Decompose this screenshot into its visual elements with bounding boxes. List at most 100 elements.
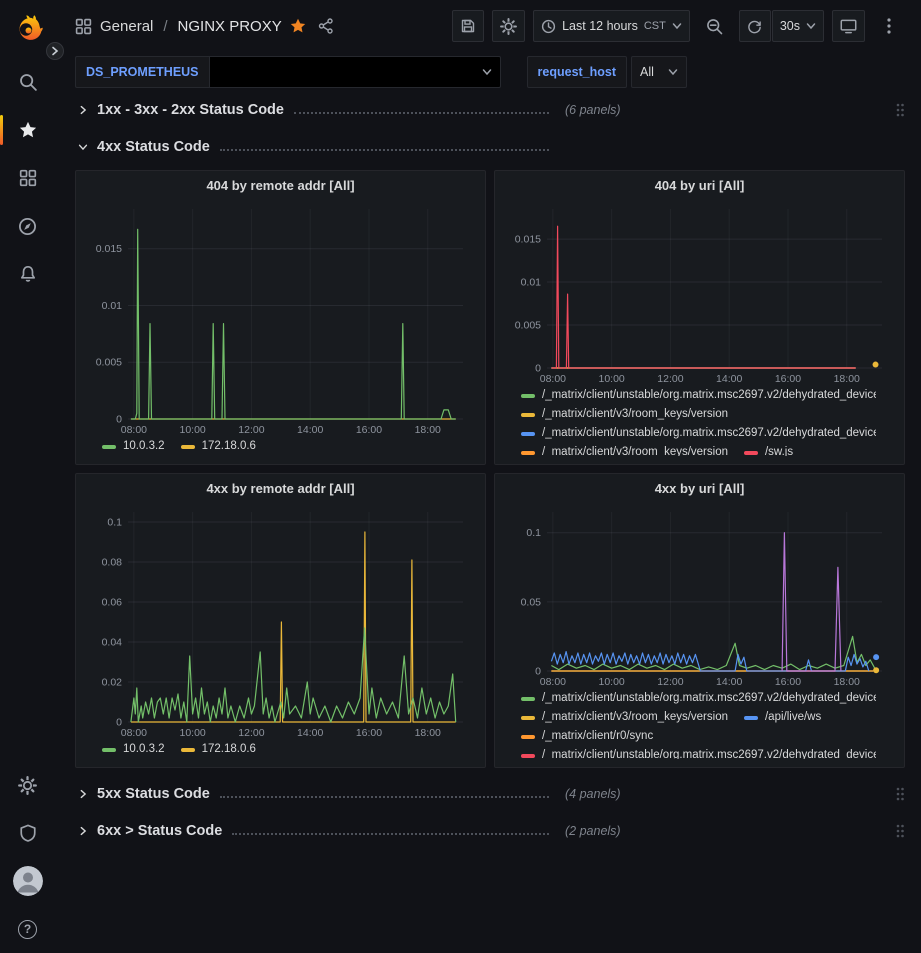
panel-title[interactable]: 404 by remote addr [All] <box>88 171 473 201</box>
sidebar-item-alerting[interactable] <box>0 250 55 298</box>
refresh-button[interactable] <box>739 10 771 42</box>
svg-text:0.02: 0.02 <box>102 677 123 689</box>
sidebar-expand-button[interactable] <box>46 42 64 60</box>
variable-ds-value-dropdown[interactable] <box>209 56 501 88</box>
panel-title[interactable]: 404 by uri [All] <box>507 171 892 201</box>
row-drag-handle[interactable] <box>895 823 905 839</box>
row-drag-handle[interactable] <box>895 102 905 118</box>
variable-ds-label[interactable]: DS_PROMETHEUS <box>75 56 209 88</box>
svg-text:0.08: 0.08 <box>102 557 123 569</box>
row-5xx[interactable]: 5xx Status Code (4 panels) <box>75 780 905 807</box>
dotted-leader <box>294 112 549 114</box>
breadcrumb-section[interactable]: General <box>100 18 153 35</box>
refresh-interval-label: 30s <box>780 19 800 33</box>
chevron-down-icon <box>672 22 682 30</box>
legend-item[interactable]: /_matrix/client/v3/room_keys/version <box>521 443 728 456</box>
row-4xx[interactable]: 4xx Status Code <box>75 133 905 160</box>
chart-area: 00.0050.010.01508:0010:0012:0014:0016:00… <box>507 201 892 386</box>
sidebar-item-dashboards[interactable] <box>0 154 55 202</box>
panel-title[interactable]: 4xx by remote addr [All] <box>88 474 473 504</box>
panel-title[interactable]: 4xx by uri [All] <box>507 474 892 504</box>
row-panel-count: (2 panels) <box>565 824 621 838</box>
grafana-logo[interactable] <box>11 10 45 44</box>
svg-text:18:00: 18:00 <box>834 373 860 385</box>
user-avatar <box>13 866 43 896</box>
chart-area: 00.0050.010.01508:0010:0012:0014:0016:00… <box>88 201 473 437</box>
legend-item[interactable]: 172.18.0.6 <box>181 437 256 456</box>
compass-icon <box>18 217 37 236</box>
variable-request-host-label[interactable]: request_host <box>527 56 628 88</box>
legend-label: 172.18.0.6 <box>202 437 256 456</box>
dotted-leader <box>220 796 549 798</box>
svg-text:08:00: 08:00 <box>121 727 147 739</box>
legend-item[interactable]: /_matrix/client/r0/sync <box>521 727 653 746</box>
legend-item[interactable]: /api/live/ws <box>744 708 821 727</box>
legend-swatch <box>521 451 535 455</box>
legend-swatch <box>521 697 535 701</box>
timeseries-chart[interactable]: 00.050.108:0010:0012:0014:0016:0018:00 <box>507 504 892 689</box>
tv-mode-button[interactable] <box>832 10 865 42</box>
row-title: 6xx > Status Code <box>97 823 222 839</box>
row-1xx-3xx-2xx[interactable]: 1xx - 3xx - 2xx Status Code (6 panels) <box>75 96 905 123</box>
legend-item[interactable]: 10.0.3.2 <box>102 740 165 759</box>
svg-text:0.01: 0.01 <box>102 300 123 312</box>
timeseries-chart[interactable]: 00.0050.010.01508:0010:0012:0014:0016:00… <box>507 201 892 386</box>
time-range-picker[interactable]: Last 12 hours CST <box>533 10 690 42</box>
legend-swatch <box>181 445 195 449</box>
chevron-right-icon <box>75 786 91 802</box>
row-6xx[interactable]: 6xx > Status Code (2 panels) <box>75 817 905 844</box>
panel-legend: 10.0.3.2 172.18.0.6 <box>88 437 473 456</box>
shield-icon <box>19 824 37 842</box>
kebab-menu-button[interactable] <box>873 10 905 42</box>
variable-request-host: request_host All <box>527 56 688 88</box>
legend-item[interactable]: 172.18.0.6 <box>181 740 256 759</box>
favorite-star-icon[interactable] <box>290 18 306 34</box>
zoom-out-time-button[interactable] <box>698 10 731 42</box>
svg-text:14:00: 14:00 <box>716 373 742 385</box>
row-title: 4xx Status Code <box>97 139 210 155</box>
sidebar-item-starred[interactable] <box>0 106 55 154</box>
row-drag-handle[interactable] <box>895 786 905 802</box>
breadcrumb: General / NGINX PROXY <box>75 18 334 35</box>
variable-request-host-value: All <box>640 65 654 79</box>
sidebar-item-search[interactable] <box>0 58 55 106</box>
legend-label: /_matrix/client/v3/room_keys/version <box>542 405 728 424</box>
sidebar-item-server-admin[interactable] <box>0 809 55 857</box>
search-icon <box>19 73 37 91</box>
refresh-interval-dropdown[interactable]: 30s <box>772 10 824 42</box>
legend-item[interactable]: /_matrix/client/unstable/org.matrix.msc2… <box>521 689 876 708</box>
svg-text:0.01: 0.01 <box>521 277 542 289</box>
dashboard-settings-button[interactable] <box>492 10 525 42</box>
svg-text:0.015: 0.015 <box>96 243 122 255</box>
svg-text:0.1: 0.1 <box>107 517 122 529</box>
legend-item[interactable]: /_matrix/client/v3/room_keys/version <box>521 405 728 424</box>
legend-item[interactable]: 10.0.3.2 <box>102 437 165 456</box>
panel-4xx-by-uri: 4xx by uri [All] 00.050.108:0010:0012:00… <box>494 473 905 768</box>
legend-item[interactable]: /_matrix/client/unstable/org.matrix.msc2… <box>521 386 876 405</box>
variable-request-host-dropdown[interactable]: All <box>631 56 687 88</box>
chart-area: 00.020.040.060.080.108:0010:0012:0014:00… <box>88 504 473 740</box>
legend-item[interactable]: /sw.js <box>744 443 793 456</box>
sidebar-item-help[interactable]: ? <box>0 905 55 953</box>
legend-swatch <box>521 432 535 436</box>
sidebar-item-configuration[interactable] <box>0 761 55 809</box>
legend-label: /_matrix/client/v3/room_keys/version <box>542 443 728 456</box>
svg-text:08:00: 08:00 <box>540 373 566 385</box>
legend-swatch <box>181 748 195 752</box>
breadcrumb-separator: / <box>163 18 167 35</box>
panel-404-by-uri: 404 by uri [All] 00.0050.010.01508:0010:… <box>494 170 905 465</box>
svg-text:0.04: 0.04 <box>102 637 123 649</box>
legend-item[interactable]: /_matrix/client/unstable/org.matrix.msc2… <box>521 746 876 759</box>
legend-item[interactable]: /_matrix/client/unstable/org.matrix.msc2… <box>521 424 876 443</box>
timeseries-chart[interactable]: 00.0050.010.01508:0010:0012:0014:0016:00… <box>88 201 473 437</box>
chevron-down-icon <box>75 139 91 155</box>
dashboard-title[interactable]: NGINX PROXY <box>178 18 282 35</box>
legend-label: 10.0.3.2 <box>123 437 165 456</box>
save-dashboard-button[interactable] <box>452 10 484 42</box>
timeseries-chart[interactable]: 00.020.040.060.080.108:0010:0012:0014:00… <box>88 504 473 740</box>
sidebar-item-profile[interactable] <box>0 857 55 905</box>
sidebar-item-explore[interactable] <box>0 202 55 250</box>
svg-text:14:00: 14:00 <box>716 676 742 688</box>
legend-item[interactable]: /_matrix/client/v3/room_keys/version <box>521 708 728 727</box>
share-icon[interactable] <box>318 18 334 34</box>
